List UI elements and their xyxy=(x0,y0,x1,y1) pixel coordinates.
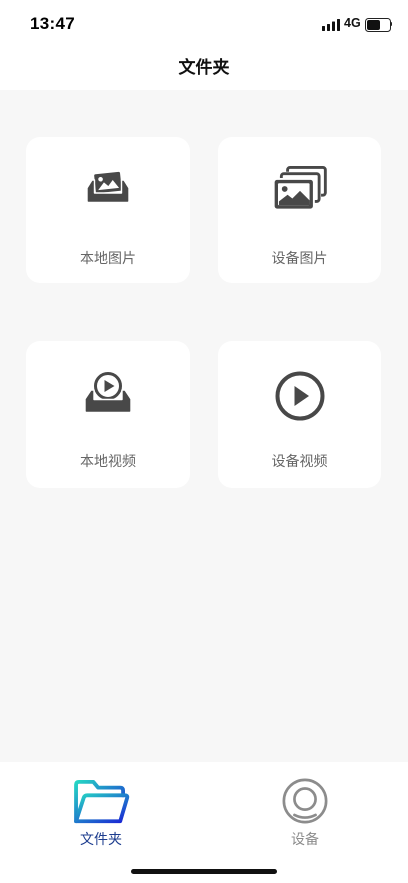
card-label: 设备图片 xyxy=(271,251,328,267)
battery-nub xyxy=(390,22,392,26)
card-local-images[interactable]: 本地图片 xyxy=(26,137,190,283)
page-title: 文件夹 xyxy=(178,58,230,78)
signal-bars-icon xyxy=(322,19,340,31)
network-type: 4G xyxy=(344,16,361,30)
battery-level xyxy=(367,20,381,30)
device-videos-icon xyxy=(275,371,325,421)
card-label: 本地视频 xyxy=(80,454,136,470)
battery-icon xyxy=(365,18,391,32)
status-time: 13:47 xyxy=(30,14,75,33)
local-images-icon xyxy=(86,171,130,204)
folder-icon xyxy=(72,779,130,827)
local-videos-icon xyxy=(84,371,132,414)
tab-device[interactable]: 设备 xyxy=(245,762,365,862)
home-indicator[interactable] xyxy=(131,869,277,874)
device-icon xyxy=(281,777,329,825)
tab-folder[interactable]: 文件夹 xyxy=(41,762,161,862)
card-label: 本地图片 xyxy=(80,251,136,267)
card-device-images[interactable]: 设备图片 xyxy=(218,137,381,283)
card-device-videos[interactable]: 设备视频 xyxy=(218,341,381,488)
device-images-icon xyxy=(272,166,327,211)
tab-bar: 文件夹 设备 xyxy=(0,762,408,883)
top-bar: 13:47 4G 文件夹 xyxy=(0,0,408,90)
card-label: 设备视频 xyxy=(271,454,328,470)
card-local-videos[interactable]: 本地视频 xyxy=(26,341,190,488)
tab-label: 设备 xyxy=(291,832,319,848)
tab-label: 文件夹 xyxy=(80,832,122,848)
